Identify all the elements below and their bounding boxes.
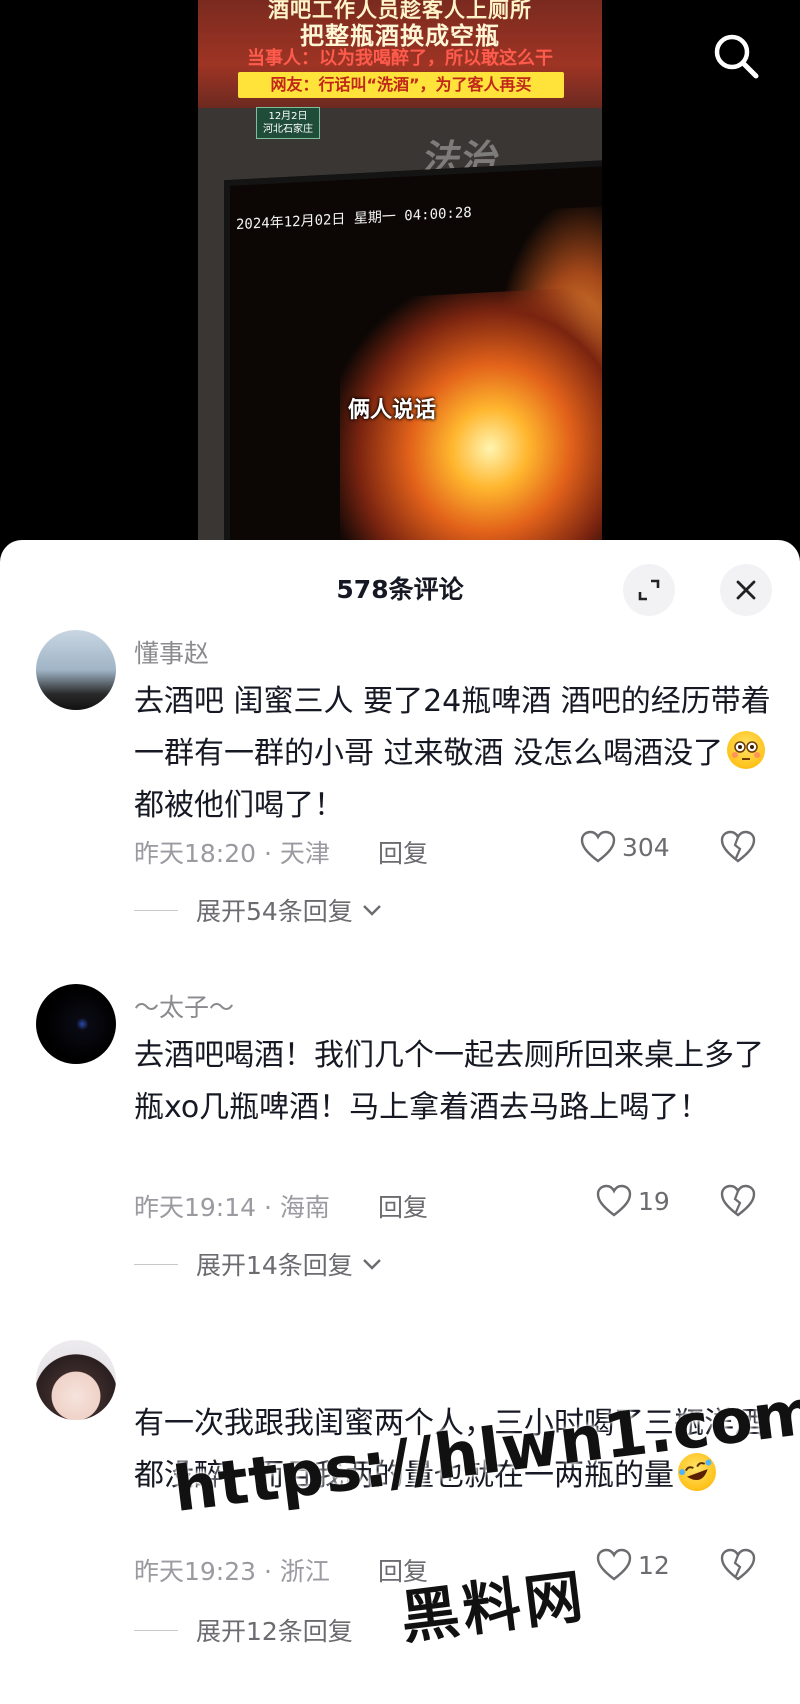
broken-heart-icon: [720, 1184, 756, 1217]
close-button[interactable]: [720, 564, 772, 616]
party-quote: 当事人：以为我喝醉了，所以敢这么干: [247, 48, 553, 69]
divider-line: [134, 1629, 178, 1631]
expand-replies-button[interactable]: 展开14条回复: [134, 1246, 383, 1282]
comments-sheet: 578条评论 懂事赵 去酒吧 闺蜜三人 要了24瓶啤酒 酒吧的经历带着一群有一群…: [0, 540, 800, 1704]
reply-button[interactable]: 回复: [378, 834, 428, 870]
date-stamp-date: 12月2日: [268, 111, 308, 122]
expand-replies-label: 展开54条回复: [196, 897, 353, 926]
comment-text-part: 去酒吧 闺蜜三人 要了24瓶啤酒 酒吧的经历带着一群有一群的小哥 过来敬酒 没怎…: [134, 684, 771, 771]
chevron-down-icon: [362, 1259, 381, 1270]
date-stamp-place: 河北石家庄: [263, 124, 313, 135]
heart-icon: [596, 1184, 632, 1217]
avatar[interactable]: [36, 630, 116, 710]
broken-heart-icon: [720, 830, 756, 863]
comment-time-location: 昨天19:23 · 浙江: [134, 1557, 330, 1586]
video-caption: 俩人说话: [348, 398, 437, 423]
dislike-button[interactable]: [720, 1548, 760, 1588]
expand-replies-button[interactable]: 展开12条回复: [134, 1612, 353, 1648]
like-button[interactable]: 19: [596, 1184, 670, 1218]
divider-line: [134, 1263, 178, 1265]
comment-text-part: 都被他们喝了！: [134, 788, 344, 823]
reply-button[interactable]: 回复: [378, 1188, 428, 1224]
expand-replies-label: 展开12条回复: [196, 1617, 353, 1646]
broken-heart-icon: [720, 1548, 756, 1581]
search-icon: [714, 34, 759, 79]
heart-icon: [580, 830, 616, 863]
avatar[interactable]: [36, 984, 116, 1064]
comment-username[interactable]: ～太子～: [134, 988, 234, 1024]
comment-count-title: 578条评论: [336, 575, 464, 604]
like-button[interactable]: 304: [580, 830, 670, 864]
dislike-button[interactable]: [720, 830, 760, 870]
expand-icon: [638, 579, 660, 601]
expand-replies-label: 展开14条回复: [196, 1251, 353, 1280]
expand-sheet-button[interactable]: [623, 564, 675, 616]
date-location-stamp: 12月2日 河北石家庄: [256, 107, 320, 139]
comment-time-location: 昨天18:20 · 天津: [134, 839, 330, 868]
flushed-face-emoji: [727, 731, 766, 769]
comment-time-location: 昨天19:14 · 海南: [134, 1193, 330, 1222]
video-player[interactable]: 酒吧工作人员趁客人上厕所 把整瓶酒换成空瓶 当事人：以为我喝醉了，所以敢这么干 …: [0, 0, 800, 545]
comment-text: 去酒吧 闺蜜三人 要了24瓶啤酒 酒吧的经历带着一群有一群的小哥 过来敬酒 没怎…: [134, 676, 774, 832]
news-headline-banner: 酒吧工作人员趁客人上厕所 把整瓶酒换成空瓶 当事人：以为我喝醉了，所以敢这么干 …: [198, 0, 602, 108]
video-frame: 酒吧工作人员趁客人上厕所 把整瓶酒换成空瓶 当事人：以为我喝醉了，所以敢这么干 …: [198, 0, 602, 545]
heart-icon: [596, 1548, 632, 1581]
comment-text: 去酒吧喝酒！我们几个一起去厕所回来桌上多了瓶xo几瓶啤酒！马上拿着酒去马路上喝了…: [134, 1038, 764, 1125]
like-button[interactable]: 12: [596, 1548, 670, 1582]
expand-replies-button[interactable]: 展开54条回复: [134, 892, 383, 928]
comment-username[interactable]: 懂事赵: [134, 634, 209, 670]
netizen-quote: 网友：行话叫“洗酒”，为了客人再买: [238, 72, 564, 98]
like-count: 19: [638, 1186, 670, 1216]
chevron-down-icon: [362, 905, 381, 916]
avatar[interactable]: [36, 1340, 116, 1420]
dislike-button[interactable]: [720, 1184, 760, 1224]
search-button[interactable]: [710, 30, 762, 82]
like-count: 304: [622, 832, 670, 862]
divider-line: [134, 909, 178, 911]
close-icon: [736, 580, 756, 600]
like-count: 12: [638, 1550, 670, 1580]
